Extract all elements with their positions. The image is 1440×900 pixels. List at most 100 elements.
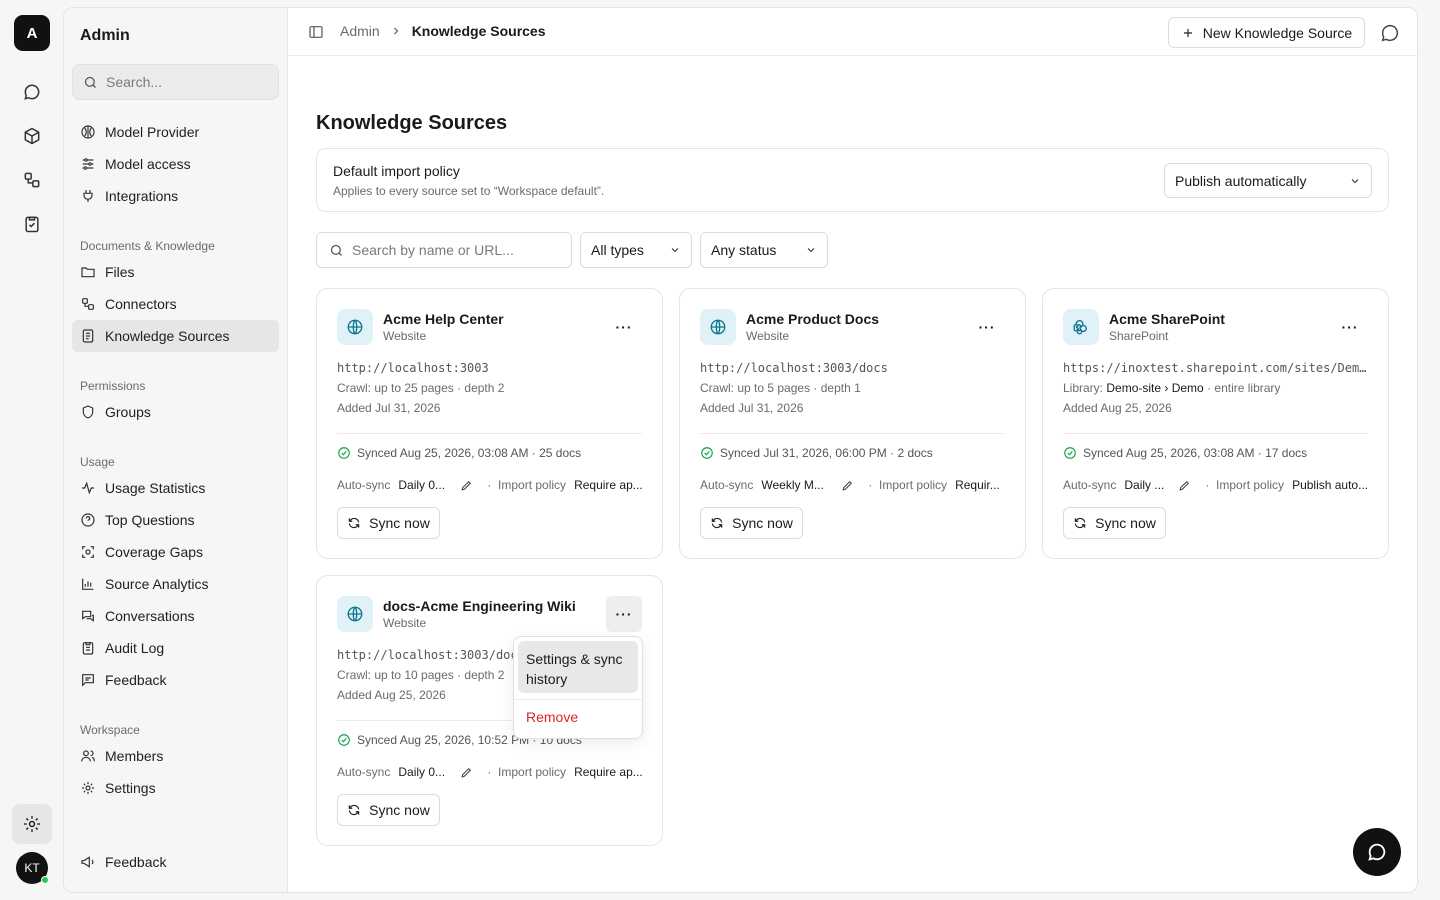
more-options-button[interactable]: ··· — [606, 309, 642, 345]
breadcrumb-parent[interactable]: Admin — [340, 23, 380, 39]
pencil-icon[interactable] — [1178, 479, 1191, 492]
sidebar-item-members[interactable]: Members — [72, 740, 279, 772]
admin-frame: Admin Search... Model Provider Model acc… — [63, 7, 1418, 893]
scan-icon — [82, 546, 94, 558]
source-url: http://localhost:3003 — [337, 361, 489, 375]
sidebar-toggle-icon[interactable] — [308, 24, 324, 43]
pencil-icon[interactable] — [460, 479, 473, 492]
sidebar-section-permissions: Permissions Groups — [72, 376, 279, 428]
type-filter-value: All types — [591, 242, 644, 258]
card-divider — [1063, 433, 1368, 434]
auto-sync-value: Daily 0... — [398, 478, 446, 492]
support-chat-button[interactable] — [1353, 828, 1401, 876]
activity-icon — [82, 481, 94, 495]
more-options-button[interactable]: ··· — [969, 309, 1005, 345]
sidebar-item-groups[interactable]: Groups — [72, 396, 279, 428]
sidebar-item-audit-log[interactable]: Audit Log — [72, 632, 279, 664]
source-search-placeholder: Search by name or URL... — [352, 242, 514, 258]
gear-icon — [24, 816, 40, 832]
library-details: Library: Demo-site › Demo · entire libra… — [1063, 381, 1280, 395]
auto-sync-label: Auto-sync — [337, 765, 391, 779]
page-title: Knowledge Sources — [316, 112, 508, 134]
sidebar-item-knowledge-sources[interactable]: Knowledge Sources — [72, 320, 279, 352]
sidebar-section-usage: Usage Usage Statistics Top Questions Cov… — [72, 452, 279, 696]
status-filter-select[interactable]: Any status — [700, 232, 828, 268]
type-filter-select[interactable]: All types — [580, 232, 692, 268]
sidebar-item-top-questions[interactable]: Top Questions — [72, 504, 279, 536]
source-name[interactable]: Acme SharePoint — [1109, 311, 1225, 327]
sidebar-item-connectors[interactable]: Connectors — [72, 288, 279, 320]
policy-title: Default import policy — [333, 163, 460, 179]
clipboard-check-icon[interactable] — [20, 212, 44, 236]
chat-bubble-icon — [1368, 843, 1386, 861]
chevron-right-icon — [393, 27, 398, 35]
menu-item-settings-sync-history[interactable]: Settings & sync history — [518, 641, 638, 693]
chat-icon[interactable] — [20, 80, 44, 104]
folder-icon — [81, 267, 95, 278]
import-policy-value: Require ap... — [574, 478, 643, 492]
import-policy-value: Publish auto... — [1292, 478, 1369, 492]
main-content: Knowledge Sources Default import policy … — [288, 56, 1417, 892]
question-icon — [81, 513, 95, 527]
message-square-icon — [82, 674, 94, 687]
source-card: Acme SharePoint SharePoint ··· https://i… — [1042, 288, 1389, 559]
auto-sync-label: Auto-sync — [337, 478, 391, 492]
sidebar-section-label: Workspace — [80, 723, 140, 737]
sidebar-item-label: Members — [105, 748, 164, 764]
menu-divider — [514, 699, 642, 700]
sync-now-button[interactable]: Sync now — [337, 794, 440, 826]
sync-status-text: Synced Aug 25, 2026, 03:08 AM · 25 docs — [357, 446, 582, 460]
refresh-icon — [348, 804, 360, 816]
sidebar-search-input[interactable]: Search... — [72, 64, 279, 100]
sync-status-text: Synced Aug 25, 2026, 03:08 AM · 17 docs — [1083, 446, 1308, 460]
sidebar-item-coverage-gaps[interactable]: Coverage Gaps — [72, 536, 279, 568]
workflow-icon[interactable] — [20, 168, 44, 192]
sync-now-button[interactable]: Sync now — [337, 507, 440, 539]
admin-settings-button[interactable] — [12, 804, 52, 844]
sidebar-item-conversations[interactable]: Conversations — [72, 600, 279, 632]
sync-now-label: Sync now — [369, 515, 430, 531]
sidebar-item-integrations[interactable]: Integrations — [72, 180, 279, 212]
settings-icon — [82, 782, 94, 794]
sidebar-item-usage-statistics[interactable]: Usage Statistics — [72, 472, 279, 504]
workspace-switcher[interactable]: A — [14, 15, 50, 51]
sidebar-item-settings[interactable]: Settings — [72, 772, 279, 804]
users-icon — [81, 750, 95, 762]
crawl-details: Crawl: up to 5 pages · depth 1 — [700, 381, 861, 395]
added-date: Added Jul 31, 2026 — [337, 401, 441, 415]
library-scope: · entire library — [1207, 381, 1281, 395]
sync-now-button[interactable]: Sync now — [700, 507, 803, 539]
sidebar-item-label: Coverage Gaps — [105, 544, 204, 560]
sync-now-button[interactable]: Sync now — [1063, 507, 1166, 539]
check-circle-icon — [338, 447, 350, 459]
pencil-icon[interactable] — [841, 479, 854, 492]
assistant-chat-icon[interactable] — [1379, 22, 1401, 47]
pencil-icon[interactable] — [460, 766, 473, 779]
sidebar-item-files[interactable]: Files — [72, 256, 279, 288]
source-name[interactable]: Acme Help Center — [383, 311, 504, 327]
sidebar-item-source-analytics[interactable]: Source Analytics — [72, 568, 279, 600]
sidebar-section-label: Permissions — [80, 379, 146, 393]
cube-icon[interactable] — [20, 124, 44, 148]
sync-settings-row: Auto-sync Daily 0... · Import policy Req… — [337, 765, 646, 779]
search-icon — [84, 76, 96, 88]
import-policy-value: Requir... — [955, 478, 1000, 492]
policy-select[interactable]: Publish automatically — [1164, 163, 1372, 198]
sidebar-section-workspace: Workspace Members Settings — [72, 720, 279, 804]
source-type: SharePoint — [1109, 329, 1169, 343]
card-divider — [700, 433, 1005, 434]
chevron-down-icon — [807, 248, 815, 253]
source-search-input[interactable]: Search by name or URL... — [316, 232, 572, 268]
sidebar-section-documents: Documents & Knowledge Files Connectors K… — [72, 236, 279, 352]
source-name[interactable]: Acme Product Docs — [746, 311, 879, 327]
auto-sync-value: Weekly M... — [761, 478, 824, 492]
sidebar-item-model-provider[interactable]: Model Provider — [72, 116, 279, 148]
sidebar-item-model-access[interactable]: Model access — [72, 148, 279, 180]
menu-item-remove[interactable]: Remove — [526, 709, 578, 725]
more-options-button[interactable]: ··· — [1332, 309, 1368, 345]
new-knowledge-source-button[interactable]: New Knowledge Source — [1168, 17, 1365, 48]
more-options-button[interactable]: ··· — [606, 596, 642, 632]
source-name[interactable]: docs-Acme Engineering Wiki — [383, 598, 576, 614]
sidebar-footer-feedback[interactable]: Feedback — [72, 846, 279, 878]
sidebar-item-feedback[interactable]: Feedback — [72, 664, 279, 696]
